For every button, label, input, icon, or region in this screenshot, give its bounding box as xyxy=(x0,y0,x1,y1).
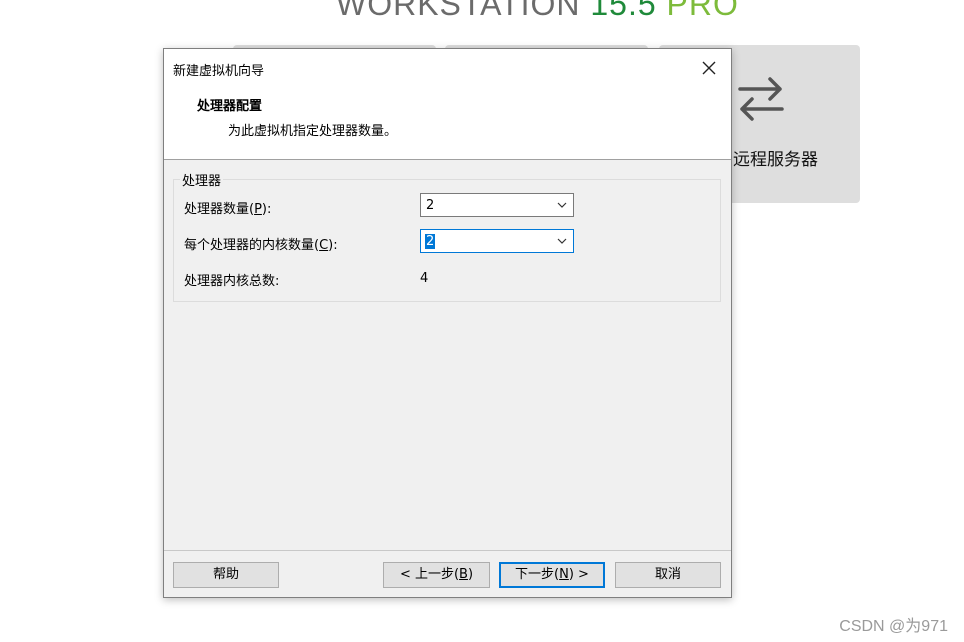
processor-count-select[interactable]: 2 xyxy=(420,193,574,217)
cores-per-processor-value: 2 xyxy=(425,234,436,249)
total-cores-value: 4 xyxy=(420,271,429,286)
wizard-header: 处理器配置 为此虚拟机指定处理器数量。 xyxy=(164,87,731,160)
close-button[interactable] xyxy=(687,49,731,87)
close-icon xyxy=(702,61,716,75)
page-subtitle: 为此虚拟机指定处理器数量。 xyxy=(228,124,398,139)
brand-word: WORKSTATION xyxy=(336,0,581,22)
back-button[interactable]: < 上一步(B) xyxy=(383,562,490,588)
page-title: 处理器配置 xyxy=(197,99,263,114)
cores-per-processor-label: 每个处理器的内核数量(C): xyxy=(184,238,338,253)
help-button[interactable]: 帮助 xyxy=(173,562,279,588)
processor-group-label: 处理器 xyxy=(180,170,224,189)
cores-per-processor-select[interactable]: 2 xyxy=(420,229,574,253)
cores-per-processor-accesskey: C xyxy=(319,238,329,253)
brand-edition: PRO xyxy=(666,0,739,22)
csdn-watermark: CSDN @为971 xyxy=(839,618,948,635)
dialog-title: 新建虚拟机向导 xyxy=(173,64,265,79)
remote-server-label: 远程服务器 xyxy=(733,150,818,170)
footer-divider xyxy=(164,550,731,551)
new-vm-wizard-dialog: 新建虚拟机向导 处理器配置 为此虚拟机指定处理器数量。 处理器 处理器数量(P)… xyxy=(163,48,732,598)
swap-arrows-icon xyxy=(738,77,784,121)
dialog-titlebar: 新建虚拟机向导 xyxy=(164,49,731,87)
cancel-button[interactable]: 取消 xyxy=(615,562,721,588)
processor-count-label: 处理器数量(P): xyxy=(184,202,272,217)
processor-count-accesskey: P xyxy=(254,202,262,217)
chevron-down-icon xyxy=(557,238,567,244)
chevron-down-icon xyxy=(557,202,567,208)
brand-version: 15.5 xyxy=(590,0,657,22)
total-cores-label: 处理器内核总数: xyxy=(184,274,280,289)
workstation-brand: WORKSTATION 15.5 PRO xyxy=(336,0,739,26)
next-button[interactable]: 下一步(N) > xyxy=(499,562,605,588)
processor-count-value: 2 xyxy=(426,198,435,213)
